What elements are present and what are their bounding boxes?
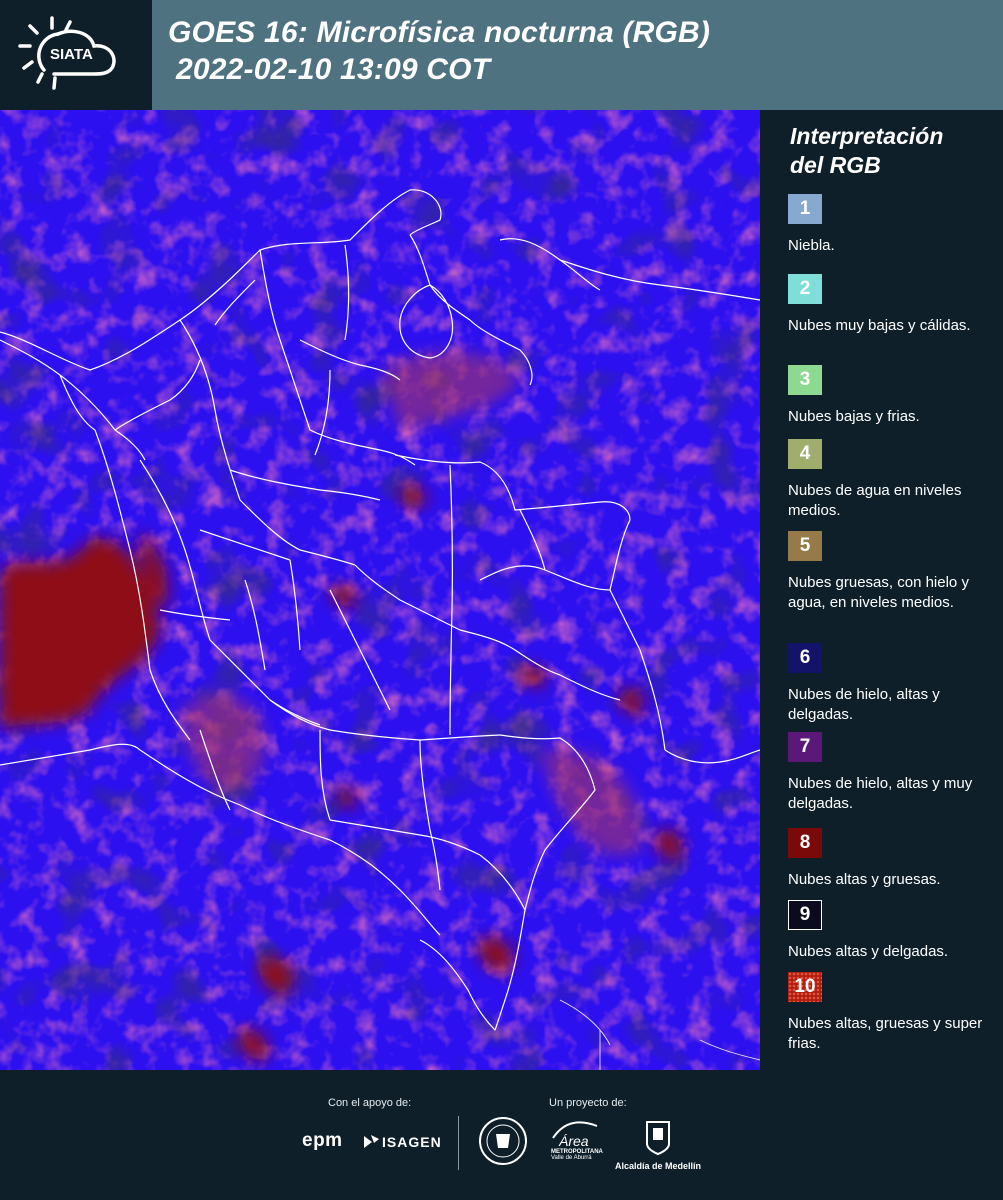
- legend-item: 7 Nubes de hielo, altas y muy delgadas.: [788, 732, 998, 814]
- legend-item: 2 Nubes muy bajas y cálidas.: [788, 274, 998, 336]
- legend-swatch: 3: [788, 365, 822, 395]
- legend-swatch: 5: [788, 531, 822, 561]
- support-label: Con el apoyo de:: [328, 1097, 412, 1109]
- legend-swatch: 8: [788, 828, 822, 858]
- legend-label: Nubes de agua en niveles medios.: [788, 482, 962, 519]
- emblem-seal-icon: [479, 1117, 527, 1165]
- area-metropolitana-logo: Área METROPOLITANA Valle de Aburrá: [551, 1118, 603, 1161]
- legend-label: Nubes de hielo, altas y muy delgadas.: [788, 775, 973, 812]
- epm-logo: epm: [302, 1130, 343, 1151]
- legend-label: Nubes gruesas, con hielo y agua, en nive…: [788, 574, 969, 611]
- legend-label: Nubes de hielo, altas y delgadas.: [788, 686, 940, 723]
- rgb-legend: Interpretación del RGB 1 Niebla. 2 Nubes…: [775, 110, 1003, 1070]
- legend-item: 5 Nubes gruesas, con hielo y agua, en ni…: [788, 531, 998, 613]
- legend-swatch: 9: [788, 900, 822, 930]
- legend-item: 3 Nubes bajas y frias.: [788, 365, 998, 427]
- legend-item: 1 Niebla.: [788, 194, 998, 256]
- title-line-2: 2022-02-10 13:09 COT: [176, 53, 491, 86]
- satellite-map[interactable]: [0, 110, 760, 1070]
- siata-logo: SIATA: [14, 12, 126, 94]
- isagen-logo: ISAGEN: [362, 1134, 442, 1150]
- legend-item: 4 Nubes de agua en niveles medios.: [788, 439, 998, 521]
- legend-swatch: 1: [788, 194, 822, 224]
- legend-title-line-1: Interpretación: [790, 123, 944, 149]
- legend-swatch: 2: [788, 274, 822, 304]
- legend-item: 6 Nubes de hielo, altas y delgadas.: [788, 643, 998, 725]
- legend-swatch: 10: [788, 972, 822, 1002]
- alcaldia-logo: Alcaldía de Medellín: [612, 1118, 704, 1171]
- logo-text: SIATA: [50, 46, 93, 63]
- legend-swatch: 6: [788, 643, 822, 673]
- legend-label: Nubes altas y delgadas.: [788, 943, 949, 960]
- coat-of-arms-icon: [646, 1121, 670, 1156]
- area-valle: Valle de Aburrá: [551, 1155, 592, 1161]
- page-title: GOES 16: Microfísica nocturna (RGB) 2022…: [168, 14, 710, 88]
- legend-label: Nubes altas y gruesas.: [788, 871, 941, 888]
- header-bar: SIATA GOES 16: Microfísica nocturna (RGB…: [0, 0, 1003, 110]
- legend-swatch: 7: [788, 732, 822, 762]
- legend-swatch: 4: [788, 439, 822, 469]
- legend-item: 10 Nubes altas, gruesas y super frias.: [788, 972, 998, 1054]
- isagen-icon: [364, 1135, 379, 1148]
- legend-label: Nubes altas, gruesas y super frias.: [788, 1015, 983, 1052]
- isagen-text: ISAGEN: [382, 1134, 442, 1150]
- legend-label: Niebla.: [788, 237, 835, 254]
- project-label: Un proyecto de:: [549, 1097, 627, 1109]
- legend-item: 8 Nubes altas y gruesas.: [788, 828, 998, 890]
- legend-label: Nubes muy bajas y cálidas.: [788, 317, 971, 334]
- footer-divider: [458, 1116, 459, 1170]
- legend-title: Interpretación del RGB: [790, 122, 943, 180]
- legend-label: Nubes bajas y frias.: [788, 408, 920, 425]
- satellite-image: [0, 110, 760, 1070]
- title-line-1: GOES 16: Microfísica nocturna (RGB): [168, 16, 711, 49]
- alcaldia-text: Alcaldía de Medellín: [614, 1161, 702, 1171]
- legend-item: 9 Nubes altas y delgadas.: [788, 900, 998, 962]
- footer: Con el apoyo de: Un proyecto de: epm ISA…: [0, 1070, 1003, 1200]
- legend-title-line-2: del RGB: [790, 152, 881, 178]
